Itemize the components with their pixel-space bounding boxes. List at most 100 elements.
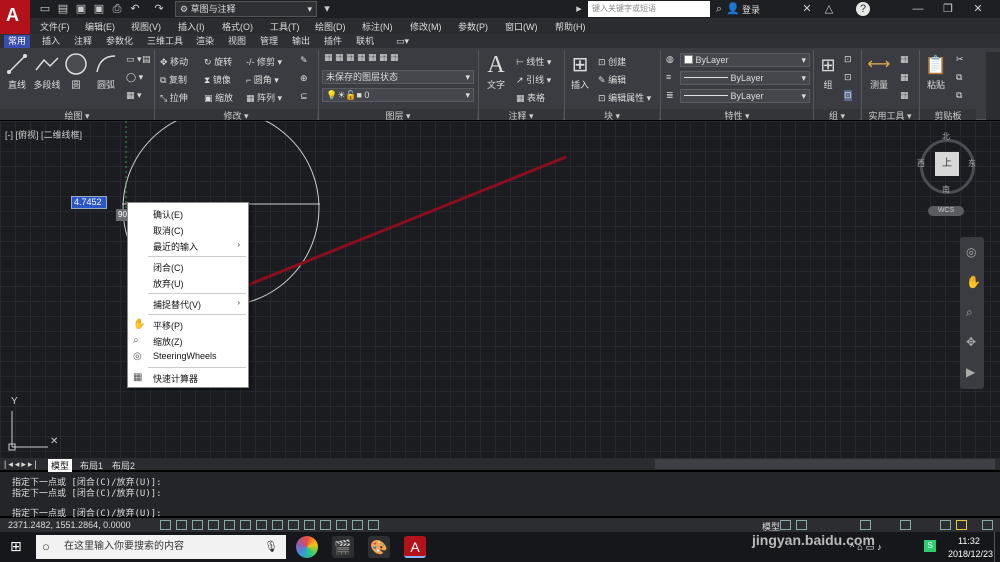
ctx-quickcalc[interactable]: 快速计算器 <box>153 372 198 385</box>
ctx-pan[interactable]: 平移(P) <box>153 319 183 332</box>
color-select[interactable]: ByLayer ▾ <box>680 53 810 67</box>
exchange-icon[interactable]: ✕ <box>800 2 814 16</box>
open-file-icon[interactable]: ▤ <box>56 2 70 16</box>
a360-icon[interactable]: △ <box>822 2 836 16</box>
annotation-scale-icon[interactable] <box>860 520 871 530</box>
viewcube-north[interactable]: 北 <box>942 131 950 142</box>
user-icon[interactable]: 👤 <box>726 2 740 16</box>
cut-icon[interactable]: ✂ <box>956 54 964 65</box>
search-input[interactable]: 键入关键字或短语 <box>588 1 710 17</box>
dropdown-icon[interactable]: ▾ <box>320 2 334 16</box>
help-icon[interactable]: ? <box>856 2 870 16</box>
taskbar-search-input[interactable]: ○ 在这里输入你要搜索的内容 🎙 <box>36 535 286 559</box>
block-panel-title[interactable]: 块 ▾ <box>565 109 659 121</box>
utility-icon-1[interactable]: ▦ <box>900 54 909 65</box>
tab-more-icon[interactable]: ▭▾ <box>392 35 413 48</box>
tab-addins[interactable]: 插件 <box>320 35 346 48</box>
menu-dimension[interactable]: 标注(N) <box>362 20 393 33</box>
viewcube-west[interactable]: 西 <box>917 158 925 169</box>
lineweight-select[interactable]: ByLayer ▾ <box>680 89 810 103</box>
ctx-zoom[interactable]: 缩放(Z) <box>153 335 183 348</box>
wcs-menu[interactable]: WCS <box>928 206 964 216</box>
lock-ui-icon[interactable] <box>940 520 951 530</box>
steeringwheel-nav-icon[interactable]: ◎ <box>966 245 976 259</box>
paste-tool[interactable]: 📋 粘贴 <box>922 52 950 91</box>
copy-base-icon[interactable]: ⧉ <box>956 90 962 101</box>
microphone-icon[interactable]: 🎙 <box>264 535 278 559</box>
ctx-cancel[interactable]: 取消(C) <box>153 224 184 237</box>
restore-icon[interactable]: ❐ <box>934 0 962 18</box>
match-properties-icon[interactable]: ◍ <box>666 54 674 65</box>
menu-view[interactable]: 视图(V) <box>131 20 161 33</box>
leader-tool[interactable]: ↗ 引线 ▾ <box>516 73 551 86</box>
menu-parametric[interactable]: 参数(P) <box>458 20 488 33</box>
osnap-icon[interactable] <box>240 520 251 530</box>
utility-icon-2[interactable]: ▦ <box>900 72 909 83</box>
ctx-close[interactable]: 闭合(C) <box>153 261 184 274</box>
menu-window[interactable]: 窗口(W) <box>505 20 538 33</box>
move-tool[interactable]: ✥ 移动 <box>160 55 188 68</box>
input-method-icon[interactable]: S <box>924 540 936 552</box>
clipboard-panel-title[interactable]: 剪贴板 <box>920 109 976 121</box>
autocad-logo[interactable]: A <box>0 0 30 34</box>
arc-tool[interactable]: 圆弧 <box>92 52 120 91</box>
clock-date[interactable]: 2018/12/23 <box>948 549 993 559</box>
undo-icon[interactable]: ↶ <box>128 2 142 16</box>
line-tool[interactable]: 直线 <box>4 52 30 91</box>
group-tool[interactable]: ⊞ 组 <box>816 52 840 91</box>
group-panel-title[interactable]: 组 ▾ <box>814 109 860 121</box>
menu-tools[interactable]: 工具(T) <box>270 20 300 33</box>
ellipse-icon[interactable]: ◯ ▾ <box>126 72 143 83</box>
polar-icon[interactable] <box>224 520 235 530</box>
menu-insert[interactable]: 插入(I) <box>178 20 205 33</box>
copy-clip-icon[interactable]: ⧉ <box>956 72 962 83</box>
model-space-icon[interactable] <box>160 520 171 530</box>
pan-nav-icon[interactable]: ✋ <box>966 275 981 289</box>
login-button[interactable]: 登录 <box>742 3 760 16</box>
dynamic-input-field[interactable]: 4.7452 <box>71 196 107 209</box>
customization-icon[interactable] <box>982 520 993 530</box>
dyn-icon[interactable] <box>288 520 299 530</box>
windows-start-icon[interactable]: ⊞ <box>10 538 22 555</box>
new-file-icon[interactable]: ▭ <box>38 2 52 16</box>
search-icon[interactable]: ⌕ <box>712 2 726 16</box>
orbit-nav-icon[interactable]: ✥ <box>966 335 976 349</box>
otrack-icon[interactable] <box>256 520 267 530</box>
coordinates-readout[interactable]: 2371.2482, 1551.2864, 0.0000 <box>8 520 131 530</box>
linear-dimension-tool[interactable]: ⊢ 线性 ▾ <box>516 55 551 68</box>
workspace-switch-icon[interactable] <box>900 520 911 530</box>
showmotion-nav-icon[interactable]: ▶ <box>966 365 975 379</box>
text-tool[interactable]: A 文字 <box>482 52 510 91</box>
save-icon[interactable]: ▣ <box>74 2 88 16</box>
properties-panel-title[interactable]: 特性 ▾ <box>661 109 813 121</box>
show-desktop-button[interactable] <box>994 532 1000 562</box>
ctx-steeringwheels[interactable]: SteeringWheels <box>153 351 217 361</box>
quickview-icon[interactable] <box>796 520 807 530</box>
app-photos-icon[interactable] <box>296 536 318 558</box>
array-tool[interactable]: ▦ 阵列 ▾ <box>246 91 282 104</box>
minimize-icon[interactable]: — <box>904 0 932 18</box>
tab-manage[interactable]: 管理 <box>256 35 282 48</box>
tab-layout1[interactable]: 布局1 <box>80 459 103 472</box>
menu-draw[interactable]: 绘图(D) <box>315 20 346 33</box>
offset-icon[interactable]: ⊆ <box>300 91 308 102</box>
hatch-icon[interactable]: ▦ ▾ <box>126 90 142 101</box>
save-as-icon[interactable]: ▣ <box>92 2 106 16</box>
command-line[interactable]: 指定下一点或 [闭合(C)/放弃(U)]: 指定下一点或 [闭合(C)/放弃(U… <box>0 472 1000 519</box>
expand-icon[interactable]: ▸ <box>572 2 586 16</box>
viewcube-face[interactable]: 上 <box>935 152 959 176</box>
stretch-tool[interactable]: ⤡ 拉伸 <box>160 91 188 104</box>
snap-icon[interactable] <box>192 520 203 530</box>
lineweight-status-icon[interactable] <box>304 520 315 530</box>
draw-panel-title[interactable]: 绘图 ▾ <box>0 109 154 121</box>
ctx-snap-overrides[interactable]: 捕捉替代(V) <box>153 298 201 311</box>
close-icon[interactable]: ✕ <box>964 0 992 18</box>
rectangle-icon[interactable]: ▭ ▾ <box>126 54 142 65</box>
tab-view[interactable]: 视图 <box>224 35 250 48</box>
quick-properties-icon[interactable] <box>336 520 347 530</box>
scale-tool[interactable]: ▣ 缩放 <box>204 91 233 104</box>
modify-panel-title[interactable]: 修改 ▾ <box>155 109 317 121</box>
menu-modify[interactable]: 修改(M) <box>410 20 442 33</box>
explode-icon[interactable]: ⊕ <box>300 73 308 84</box>
menu-help[interactable]: 帮助(H) <box>555 20 586 33</box>
